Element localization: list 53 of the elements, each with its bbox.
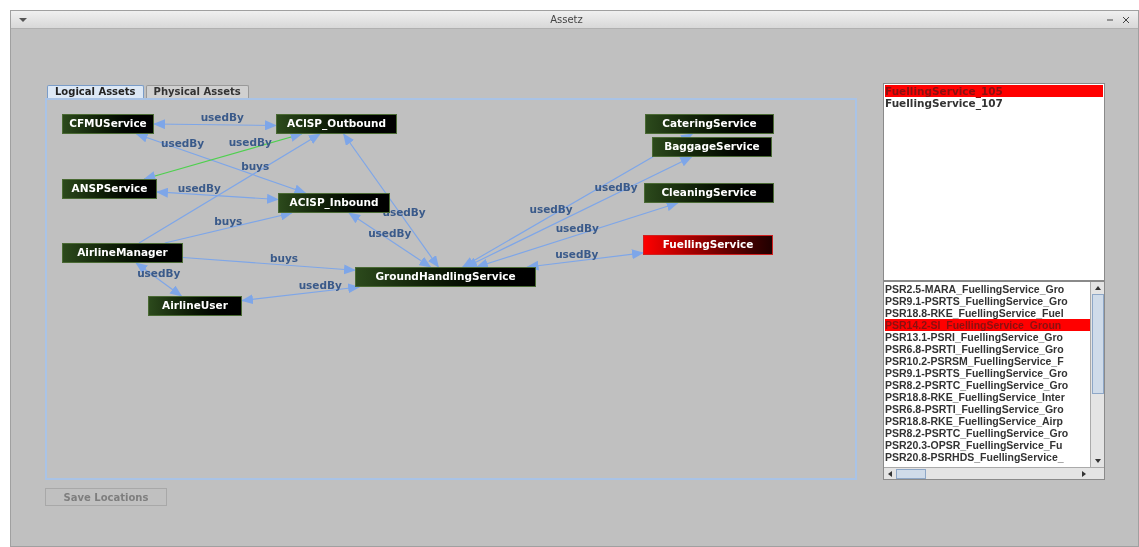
edge-label: usedBy (160, 137, 205, 150)
service-node[interactable]: ACISP_Outbound (276, 114, 397, 134)
list-item[interactable]: PSR6.8-PSRTI_FuellingService_Gro (885, 403, 1090, 415)
scroll-left-icon[interactable] (886, 469, 894, 478)
list-item[interactable]: PSR8.2-PSRTC_FuellingService_Gro (885, 427, 1090, 439)
edge-label: usedBy (177, 181, 221, 194)
tab[interactable]: Logical Assets (47, 85, 144, 98)
scrollbar-thumb[interactable] (896, 468, 926, 479)
service-node[interactable]: CleaningService (644, 183, 774, 203)
list-item[interactable]: PSR18.8-RKE_FuellingService_Fuel (885, 307, 1090, 319)
window-menu-icon[interactable] (19, 17, 27, 22)
list-item[interactable]: PSR8.2-PSRTC_FuellingService_Gro (885, 379, 1090, 391)
list-item[interactable]: PSR13.1-PSRI_FuellingService_Gro (885, 331, 1090, 343)
service-node[interactable]: ACISP_Inbound (278, 193, 390, 213)
service-node[interactable]: BaggageService (652, 137, 772, 157)
window-title: Assetz (549, 13, 584, 27)
edge-label: usedBy (555, 222, 599, 234)
service-node[interactable]: CFMUService (62, 114, 154, 134)
scroll-up-icon[interactable] (1093, 284, 1102, 292)
edge-label: usedBy (200, 111, 244, 123)
edge-label: buys (214, 215, 243, 227)
list-item[interactable]: PSR9.1-PSRTS_FuellingService_Gro (885, 295, 1090, 307)
list-item[interactable]: PSR10.2-PSRSM_FuellingService_F (885, 355, 1090, 367)
service-node[interactable]: ANSPService (62, 179, 157, 199)
tab[interactable]: Physical Assets (145, 85, 249, 98)
list-item[interactable]: PSR18.8-RKE_FuellingService_Airp (885, 415, 1090, 427)
horizontal-scrollbar[interactable] (884, 467, 1104, 479)
edge-label: usedBy (594, 180, 638, 193)
list-item[interactable]: PSR20.8-PSRHDS_FuellingService_ (885, 451, 1090, 463)
list-item[interactable]: PSR20.3-OPSR_FuellingService_Fu (885, 439, 1090, 451)
edge-label: usedBy (368, 227, 412, 239)
service-node[interactable]: CateringService (645, 114, 774, 134)
edge-label: usedBy (298, 278, 342, 291)
edge-label: buys (241, 160, 270, 172)
vertical-scrollbar[interactable] (1090, 282, 1104, 467)
list-item[interactable]: FuellingService_107 (885, 97, 1103, 110)
list-item[interactable]: PSR18.8-RKE_FuellingService_Inter (885, 391, 1090, 403)
list-item[interactable]: PSR6.8-PSRTI_FuellingService_Gro (885, 343, 1090, 355)
service-node[interactable]: GroundHandlingService (355, 267, 536, 287)
service-node[interactable]: AirlineManager (62, 243, 183, 263)
list-item[interactable]: PSR9.1-PSRTS_FuellingService_Gro (885, 367, 1090, 379)
service-node[interactable]: FuellingService (643, 235, 773, 255)
edge-label: usedBy (137, 266, 181, 279)
service-node[interactable]: AirlineUser (148, 296, 242, 316)
scrollbar-thumb[interactable] (1091, 294, 1104, 394)
edge-label: usedBy (529, 202, 573, 215)
scroll-down-icon[interactable] (1093, 457, 1102, 465)
list-item[interactable]: PSR2.5-MARA_FuellingService_Gro (885, 283, 1090, 295)
edge-label: usedBy (228, 135, 272, 148)
edge-label: buys (269, 252, 299, 264)
close-icon[interactable] (1122, 15, 1130, 24)
edge-label: usedBy (555, 248, 599, 260)
scroll-right-icon[interactable] (1080, 469, 1088, 478)
